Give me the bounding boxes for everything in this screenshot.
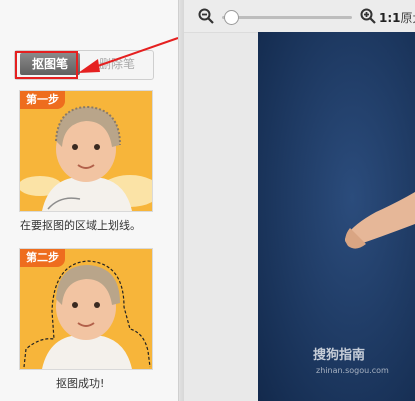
baby-cutout-illustration xyxy=(20,249,152,369)
actual-size-ratio: 1:1 xyxy=(379,11,401,25)
actual-size-label: 原大 xyxy=(400,11,415,25)
left-panel: 抠图笔 删除笔 第一步 在要抠图的区域上划线。 第二步 抠图成功! xyxy=(0,0,179,401)
watermark-text: 搜狗指南 xyxy=(313,348,366,363)
step-one-image: 第一步 xyxy=(19,90,153,212)
step-two-caption: 抠图成功! xyxy=(56,377,105,390)
step-one-caption: 在要抠图的区域上划线。 xyxy=(20,219,141,232)
step-two-image: 第二步 xyxy=(19,248,153,370)
actual-size-button[interactable]: 1:1原大 xyxy=(379,9,415,26)
zoom-slider-track[interactable] xyxy=(222,16,352,19)
zoom-in-icon[interactable] xyxy=(360,8,376,24)
step-two-badge: 第二步 xyxy=(20,249,65,267)
zoom-out-icon[interactable] xyxy=(198,8,214,24)
pointer-arrow-icon xyxy=(78,37,179,73)
baby-illustration xyxy=(20,91,152,211)
watermark-url: zhinan.sogou.com xyxy=(316,366,389,375)
zoom-slider-thumb[interactable] xyxy=(223,10,239,25)
step-one-badge: 第一步 xyxy=(20,91,65,109)
editing-photo[interactable]: 搜狗指南 zhinan.sogou.com xyxy=(258,32,415,401)
zoom-toolbar: 1:1原大 xyxy=(184,0,415,33)
